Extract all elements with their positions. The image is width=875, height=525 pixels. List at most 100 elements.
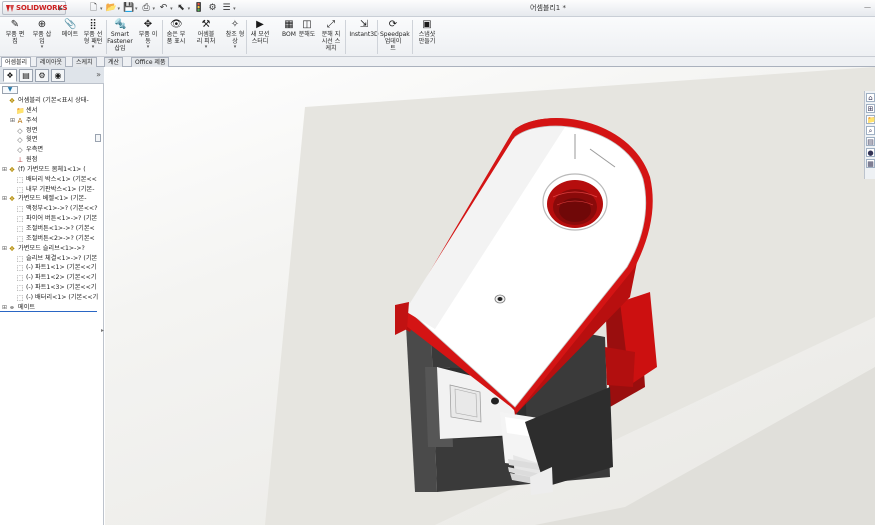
quick-access-options-button[interactable]: ⚙ [207,2,218,15]
property-manager-tab-icon[interactable]: ▤ [19,69,33,82]
insert-component-button[interactable]: ⊕ 부품 삽 입 ▾ [29,19,55,50]
window-controls: — [864,3,871,11]
move-component-button[interactable]: ✥ 부품 이 동 ▾ [135,19,161,50]
show-hidden-button[interactable]: 👁 숨은 부 품 표시 [163,19,189,45]
hide-show-items-icon[interactable]: ◔ [464,67,470,68]
tree-node[interactable]: 📁 센서 [0,106,104,116]
filter-icon[interactable]: ▼ [2,86,18,94]
tab-2[interactable]: 스케치 [72,57,97,67]
chevron-down-icon[interactable]: ▾ [135,45,161,50]
tree-node[interactable]: ⊞ ❖ 가변모드 슬리브<1>->? [0,244,104,254]
tab-4[interactable]: Office 제품 [131,57,170,67]
minimize-icon[interactable]: — [864,3,871,11]
solidworks-resources-icon[interactable]: ⌂ [866,93,875,102]
subassembly-icon: ❖ [8,244,16,253]
tree-node[interactable]: ⬚ (-) 파트1<3> (기본<<기 [0,283,104,293]
chevron-down-icon[interactable]: ▾ [100,6,103,12]
zoom-to-fit-icon[interactable]: ⊕ [414,67,420,68]
scroll-indicator[interactable] [95,134,101,142]
assembly-feature-button[interactable]: ⚒ 어셈블 리 피처 ▾ [193,19,219,50]
expand-icon[interactable]: ⊞ [2,194,7,204]
quick-access-save-button[interactable]: 💾 ▾ [123,2,138,15]
more-tabs-icon[interactable]: » [96,70,101,79]
snapshot-button[interactable]: ▣ 스냅샷 만들기 [414,19,440,45]
model-viewport[interactable] [105,67,875,525]
quick-access-rebuild-button[interactable]: 🚦 [193,2,204,15]
chevron-down-icon[interactable]: ▾ [233,6,236,12]
chevron-down-icon[interactable]: ▾ [29,45,55,50]
tree-node[interactable]: ⬚ (-) 파트1<1> (기본<<기 [0,263,104,273]
chevron-down-icon[interactable]: ▾ [222,45,248,50]
quick-access-undo-button[interactable]: ↶ ▾ [158,2,173,15]
view-settings-icon[interactable]: ▤ [488,67,495,68]
tree-node[interactable]: ⬚ 슬리브 체결<1>->? (기본 [0,254,104,264]
command-label: Speedpak 업데이 트 [380,31,410,52]
chevron-down-icon[interactable]: ▾ [135,6,138,12]
tree-node[interactable]: ◇ 우측면 [0,145,104,155]
tree-node[interactable]: ⊞ ❖ (f) 가변모드 몸체1<1> ( [0,165,104,175]
quick-access-new-document-button[interactable]: 🗋 ▾ [88,2,103,15]
command-label: 새 모션 스터디 [250,31,270,45]
file-explorer-icon[interactable]: 📁 [866,115,875,124]
view-orientation-icon[interactable]: ▣ [446,67,453,68]
tab-1[interactable]: 레이아웃 [36,57,67,67]
chevron-down-icon[interactable]: ▾ [170,6,173,12]
configuration-manager-tab-icon[interactable]: ⚙ [35,69,49,82]
quick-access-print-button[interactable]: ⎙ ▾ [141,2,156,15]
tab-0[interactable]: 어셈블리 [1,57,32,67]
linear-pattern-button[interactable]: ⣿ 부품 선 형 패턴 ▾ [80,19,106,50]
chevron-down-icon[interactable]: ▾ [188,6,191,12]
previous-view-icon[interactable]: ↺ [430,67,436,68]
chevron-down-icon[interactable]: ▾ [153,6,156,12]
tree-node[interactable]: ⬚ 파이어 버튼<1>->? (기본 [0,214,104,224]
speedpak-button[interactable]: ⟳ Speedpak 업데이 트 [380,19,410,52]
zoom-area-icon[interactable]: ⊙ [422,67,428,68]
tree-node[interactable]: ◇ 정면 [0,126,104,136]
view-palette-icon[interactable]: ▤ [866,137,875,146]
expand-icon[interactable]: ⊞ [2,244,7,254]
tab-3[interactable]: 계산 [104,57,124,67]
tree-node[interactable]: ❖ 어셈블리 (기본<표시 상태- [0,96,104,106]
search-icon[interactable]: ⌕ [866,126,875,135]
tree-node[interactable]: ◇ 윗면 [0,135,104,145]
tree-node[interactable]: ⬚ (-) 배터리<1> (기본<<기 [0,293,104,303]
reference-geometry-button[interactable]: ✧ 참조 형 상 ▾ [222,19,248,50]
edit-component-button[interactable]: ✎ 부품 편 집 [2,19,28,45]
instant3d-button[interactable]: ⇲ Instant3D [349,19,379,38]
custom-properties-icon[interactable]: ▦ [866,159,875,168]
apply-scene-icon[interactable]: ◐ [480,67,486,68]
tree-node[interactable]: ⬚ (-) 파트1<2> (기본<<기 [0,273,104,283]
appearances-icon[interactable]: ● [866,148,875,157]
exploded-view-button[interactable]: ◫ 분해도 [294,19,320,38]
smart-fastener-button[interactable]: 🔩 Smart Fastener 삽입 [107,19,133,52]
graphics-area[interactable]: ⊕⊙↺◪▣◧◔●◐▤ ⌂⊞📁⌕▤●▦ [105,67,875,525]
quick-access-select-pointer-button[interactable]: ⬉ ▾ [176,2,191,15]
tree-node[interactable]: ⬚ 액정부<1>->? (기본<<? [0,204,104,214]
tree-node[interactable]: ⊞ A 주석 [0,116,104,126]
motion-study-button[interactable]: ▶ 새 모션 스터디 [247,19,273,45]
rollback-bar[interactable] [0,311,97,312]
solidworks-menu-button[interactable]: SOLIDWORKS ▶ [2,1,68,15]
display-style-icon[interactable]: ◧ [455,67,462,68]
chevron-down-icon[interactable]: ▾ [80,45,106,50]
tree-node[interactable]: ⬚ 내부 기판박스<1> (기본- [0,185,104,195]
explode-line-sketch-button[interactable]: ⤢ 분해 지 시선 스 케치 [318,19,344,52]
tree-node[interactable]: ⬚ 조절버튼<2>->? (기본< [0,234,104,244]
tree-node-label: 배터리 박스<1> (기본<< [26,175,97,183]
section-view-icon[interactable]: ◪ [438,67,445,68]
edit-appearance-icon[interactable]: ● [472,67,478,68]
quick-access-list-button[interactable]: ☰ ▾ [221,2,236,15]
expand-icon[interactable]: ⊞ [10,116,15,126]
chevron-down-icon[interactable]: ▾ [193,45,219,50]
tree-node[interactable]: ⬚ 조절버튼<1>->? (기본< [0,224,104,234]
feature-tree-tab-icon[interactable]: ❖ [3,69,17,82]
expand-icon[interactable]: ⊞ [2,165,7,175]
quick-access-open-folder-button[interactable]: 📂 ▾ [106,2,121,15]
chevron-down-icon[interactable]: ▾ [118,6,121,12]
tree-node[interactable]: ⊥ 원점 [0,155,104,165]
feature-manager-pane: » ❖ ▤ ⚙ ◉ ▼ ❖ 어셈블리 (기본<표시 상태- 📁 센서 ⊞ A 주석 ◇ 정면 ◇ 윗면 ◇ 우… [0,67,104,525]
tree-node[interactable]: ⬚ 배터리 박스<1> (기본<< [0,175,104,185]
tree-node[interactable]: ⊞ ❖ 가변모드 베젤<1> (기본- [0,194,104,204]
design-library-icon[interactable]: ⊞ [866,104,875,113]
display-manager-tab-icon[interactable]: ◉ [51,69,65,82]
